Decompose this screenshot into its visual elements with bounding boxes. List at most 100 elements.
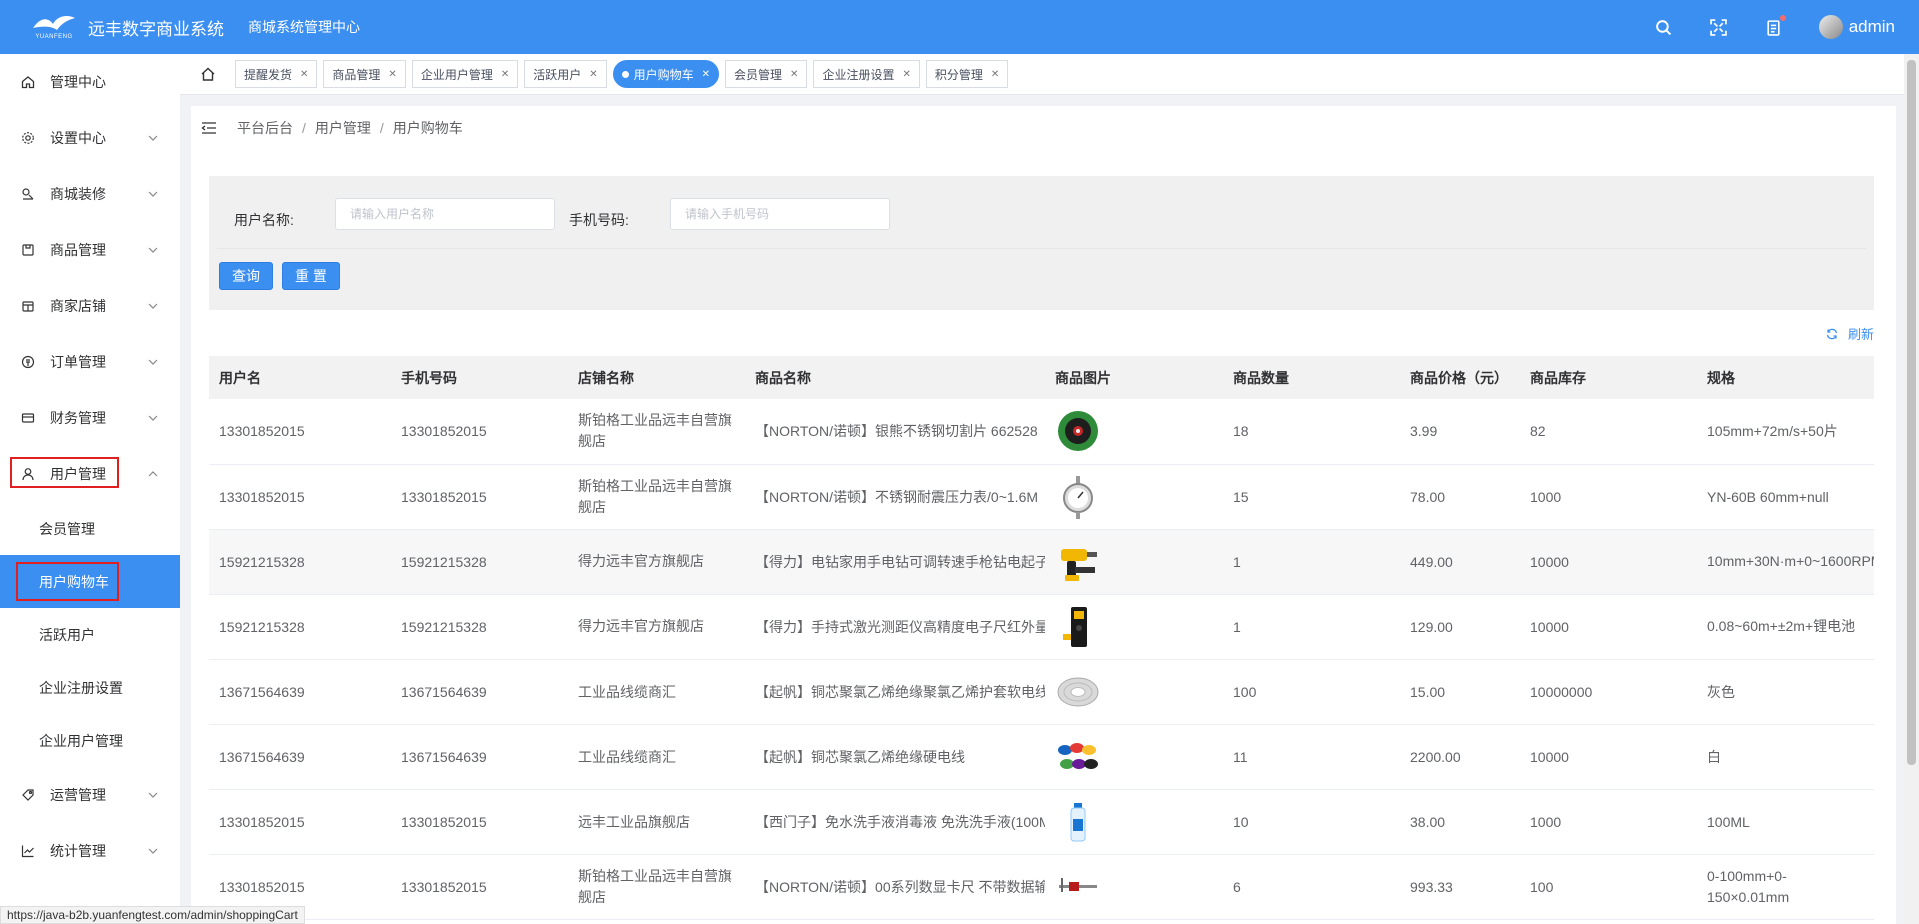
cell-spec: 10mm+30N·m+0~1600RPM [1697, 529, 1874, 595]
chevron-down-icon [148, 303, 158, 309]
tab-label: 企业用户管理 [420, 67, 493, 82]
tab-points[interactable]: 积分管理 ✕ [925, 60, 1009, 88]
cell-product: 【西门子】免水洗手液消毒液 免洗洗手液(100M [745, 789, 1045, 855]
tab-enterprise-users[interactable]: 企业用户管理 ✕ [411, 60, 519, 88]
sidebar-item-label: 设置中心 [50, 130, 106, 146]
table-row: 13301852015 13301852015 斯铂格工业品远丰自营旗舰店 【N… [209, 464, 1874, 530]
cell-stock: 82 [1520, 399, 1697, 465]
chevron-down-icon [148, 792, 158, 798]
cell-price: 15.00 [1400, 659, 1520, 725]
search-icon[interactable] [1654, 17, 1674, 37]
cutting-disc-image[interactable] [1055, 408, 1101, 454]
sidebar-item-settings[interactable]: 设置中心 [0, 110, 180, 166]
close-icon[interactable]: ✕ [388, 69, 396, 80]
cell-store: 斯铂格工业品远丰自营旗舰店 [568, 399, 745, 465]
sidebar-subitem-enterprise-users[interactable]: 企业用户管理 [0, 714, 180, 767]
logo-subtext: YUANFENG [35, 34, 73, 40]
sidebar-subitem-enterprise-registration[interactable]: 企业注册设置 [0, 661, 180, 714]
home-tab-icon[interactable] [198, 64, 218, 84]
column-header: 商品库存 [1520, 356, 1697, 399]
cell-product: 【起帆】铜芯聚氯乙烯绝缘硬电线 [745, 724, 1045, 790]
breadcrumb-item[interactable]: 平台后台 [237, 118, 293, 138]
sidebar-item-goods[interactable]: 商品管理 [0, 222, 180, 278]
tab-shipping-reminder[interactable]: 提醒发货 ✕ [235, 60, 318, 88]
notification-icon[interactable] [1764, 15, 1786, 37]
close-icon[interactable]: ✕ [300, 69, 308, 80]
cell-price: 449.00 [1400, 529, 1520, 595]
cell-stock: 100 [1520, 854, 1697, 920]
sidebar-item-finance[interactable]: 财务管理 [0, 390, 180, 446]
table-row: 15921215328 15921215328 得力远丰官方旗舰店 【得力】电钻… [209, 529, 1874, 595]
decorate-icon [20, 186, 36, 202]
cell-store: 斯铂格工业品远丰自营旗舰店 [568, 854, 745, 920]
cell-store: 斯铂格工业品远丰自营旗舰店 [568, 464, 745, 530]
sidebar-item-users[interactable]: 用户管理 [0, 446, 180, 502]
sidebar-subitem-label: 会员管理 [39, 520, 95, 537]
sidebar-item-operations[interactable]: 运营管理 [0, 767, 180, 823]
sidebar-item-label: 管理中心 [50, 74, 106, 90]
sidebar: 管理中心 设置中心 商城装修 商品管理 商家店铺 订单管理 财务管理 用户管理 … [0, 54, 180, 924]
close-icon[interactable]: ✕ [991, 69, 999, 80]
sidebar-item-stores[interactable]: 商家店铺 [0, 278, 180, 334]
sidebar-subitem-active-users[interactable]: 活跃用户 [0, 608, 180, 661]
tab-enterprise-registration[interactable]: 企业注册设置 ✕ [813, 60, 920, 88]
store-icon [20, 298, 36, 314]
cell-product: 【NORTON/诺顿】00系列数显卡尺 不带数据输 [745, 854, 1045, 920]
electric-drill-image[interactable] [1055, 539, 1101, 585]
username-label[interactable]: admin [1849, 17, 1895, 37]
cell-qty: 15 [1223, 464, 1400, 530]
breadcrumb-separator: / [379, 120, 384, 136]
pressure-gauge-image[interactable] [1055, 474, 1101, 520]
username-input[interactable] [335, 198, 555, 230]
sidebar-subitem-shopping-cart[interactable]: 用户购物车 [0, 555, 180, 608]
breadcrumb-item[interactable]: 用户管理 [315, 118, 371, 138]
query-button[interactable]: 查询 [219, 262, 273, 290]
cable-coil-image[interactable] [1055, 669, 1101, 715]
sidebar-item-statistics[interactable]: 统计管理 [0, 823, 180, 879]
vertical-scrollbar[interactable] [1904, 54, 1919, 924]
sidebar-item-decoration[interactable]: 商城装修 [0, 166, 180, 222]
tab-active-users[interactable]: 活跃用户 ✕ [524, 60, 607, 88]
column-header: 手机号码 [391, 356, 568, 399]
caliper-image[interactable] [1055, 864, 1101, 910]
cell-image [1045, 399, 1223, 465]
sidebar-item-orders[interactable]: 订单管理 [0, 334, 180, 390]
fullscreen-icon[interactable] [1709, 17, 1729, 37]
table-header: 用户名 手机号码 店铺名称 商品名称 商品图片 商品数量 商品价格（元） 商品库… [209, 356, 1874, 399]
bird-logo-icon [33, 16, 75, 30]
notification-badge [1779, 15, 1786, 21]
cell-stock: 10000 [1520, 594, 1697, 660]
cell-spec: 白 [1697, 724, 1874, 790]
tab-shopping-cart[interactable]: 用户购物车 ✕ [612, 60, 720, 88]
gear-icon [20, 130, 36, 146]
colored-wires-image[interactable] [1055, 734, 1101, 780]
tab-goods-management[interactable]: 商品管理 ✕ [323, 60, 406, 88]
reset-button[interactable]: 重 置 [282, 262, 340, 290]
close-icon[interactable]: ✕ [702, 69, 710, 80]
sidebar-subitem-members[interactable]: 会员管理 [0, 502, 180, 555]
cell-stock: 10000 [1520, 724, 1697, 790]
column-header: 店铺名称 [568, 356, 745, 399]
fold-menu-icon[interactable] [201, 120, 217, 136]
laser-meter-image[interactable] [1055, 604, 1101, 650]
avatar[interactable] [1818, 15, 1843, 39]
phone-input[interactable] [670, 198, 890, 230]
cell-price: 993.33 [1400, 854, 1520, 920]
close-icon[interactable]: ✕ [501, 69, 509, 80]
tab-members[interactable]: 会员管理 ✕ [725, 60, 808, 88]
breadcrumb-item-current: 用户购物车 [392, 120, 463, 136]
sidebar-item-dashboard[interactable]: 管理中心 [0, 54, 180, 110]
goods-icon [20, 242, 36, 258]
close-icon[interactable]: ✕ [902, 69, 910, 80]
active-dot [621, 70, 629, 78]
cell-qty: 1 [1223, 594, 1400, 660]
cell-spec: 0-100mm+0-150×0.01mm [1697, 854, 1874, 920]
close-icon[interactable]: ✕ [790, 69, 798, 80]
sidebar-item-label: 统计管理 [50, 843, 106, 859]
cell-spec: 100ML [1697, 789, 1874, 855]
close-icon[interactable]: ✕ [589, 69, 597, 80]
refresh-button[interactable]: 刷新 [1826, 324, 1874, 343]
scrollbar-thumb[interactable] [1907, 60, 1916, 765]
sanitizer-bottle-image[interactable] [1055, 799, 1101, 845]
sidebar-item-label: 运营管理 [50, 787, 106, 803]
